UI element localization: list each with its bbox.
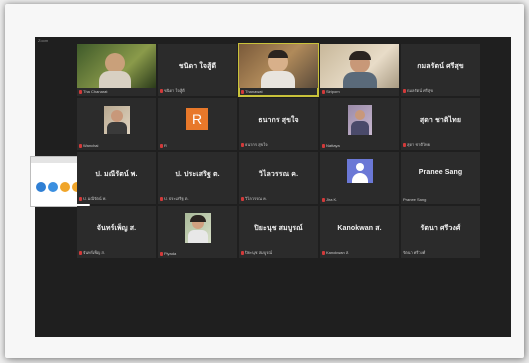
participant-tile[interactable]: ชนิดา ใจสู้ดี ชนิดา ใจสู้ดี [158,44,237,96]
participant-name: Pranee Sang [418,169,463,176]
mic-muted-icon [403,88,406,93]
mic-muted-icon [160,143,163,148]
orange-circle-icon [60,182,70,192]
participant-video [158,206,237,250]
participant-tile[interactable]: R R [158,98,237,150]
participant-tile[interactable]: Nattaya [320,98,399,150]
participant-label: R [160,143,167,148]
participant-avatar: R [186,108,208,130]
participant-label: Siriporn [322,89,340,94]
mic-muted-icon [322,197,325,202]
participant-tile[interactable]: ป. มณีรัตน์ พ. ป. มณีรัตน์ พ. [77,152,156,204]
participant-label: ป. ประเสริฐ ต. [160,195,189,202]
mic-muted-icon [322,143,325,148]
mic-muted-icon [241,250,244,255]
mic-muted-icon [403,142,406,147]
blue-circle-icon [36,182,46,192]
participant-label: Pranee Sang [403,197,427,202]
participant-label: Thanawat [241,89,263,94]
gallery-grid: Tha Chanarat ชนิดา ใจสู้ดี ชนิดา ใจสู้ดี… [77,43,480,258]
thumbnail-content [36,182,82,192]
participant-label: ชนิดา ใจสู้ดี [160,87,185,94]
participant-label: Piyada [160,251,176,256]
participant-tile[interactable]: วิไลวรรณ ค. วิไลวรรณ ค. [239,152,318,204]
mic-muted-icon [79,89,82,94]
participant-name: กมลรัตน์ ศรีสุข [417,63,464,70]
participant-name: รัตนา ศรีวงศ์ [420,225,461,232]
participant-tile[interactable]: Pranee Sang Pranee Sang [401,152,480,204]
participant-name: ธนากร สุขใจ [258,117,299,124]
participant-video [77,98,156,142]
mic-muted-icon [79,250,82,255]
participant-tile[interactable]: รัตนา ศรีวงศ์ รัตนา ศรีวงศ์ [401,206,480,258]
participant-label: Kanokwan ส. [322,249,349,256]
mic-muted-icon [160,251,163,256]
participant-name: ป. มณีรัตน์ พ. [95,171,138,178]
mic-muted-icon [160,196,163,201]
participant-tile[interactable]: ธนากร สุขใจ ธนากร สุขใจ [239,98,318,150]
participant-tile[interactable]: สุดา ชาติไทย สุดา ชาติไทย [401,98,480,150]
mic-muted-icon [322,250,325,255]
participant-video [239,44,318,88]
participant-name: ปิยะนุช สมบูรณ์ [254,225,303,232]
participant-tile[interactable]: Siriporn [320,44,399,96]
participant-tile[interactable]: กมลรัตน์ ศรีสุข กมลรัตน์ ศรีสุข [401,44,480,96]
participant-label: Nattaya [322,143,340,148]
participant-video [320,44,399,88]
participant-label: วิไลวรรณ ค. [241,195,267,202]
participant-tile-active-speaker[interactable]: Thanawat [238,43,319,97]
participant-label: Tha Chanarat [79,89,107,94]
participant-label: รัตนา ศรีวงศ์ [403,250,426,255]
participant-tile[interactable]: Piyada [158,206,237,258]
participant-name: ป. ประเสริฐ ต. [175,171,220,178]
participant-label: สุดา ชาติไทย [403,141,430,148]
participant-video [77,44,156,88]
participant-label: ป. มณีรัตน์ พ. [79,195,106,202]
participant-label: Jira K. [322,197,337,202]
participant-label: ธนากร สุขใจ [241,141,268,148]
mic-muted-icon [241,89,244,94]
participant-name: จันทร์เพ็ญ ส. [96,225,137,232]
participant-label: ปิยะนุช สมบูรณ์ [241,249,272,256]
participant-label: จันทร์เพ็ญ ส. [79,249,105,256]
participant-name: วิไลวรรณ ค. [258,171,299,178]
participant-tile[interactable]: จันทร์เพ็ญ ส. จันทร์เพ็ญ ส. [77,206,156,258]
mic-muted-icon [79,196,82,201]
participant-tile[interactable]: Jira K. [320,152,399,204]
participant-tile[interactable]: Tha Chanarat [77,44,156,96]
participant-name: สุดา ชาติไทย [419,117,462,124]
participant-tile[interactable]: ปิยะนุช สมบูรณ์ ปิยะนุช สมบูรณ์ [239,206,318,258]
participant-tile[interactable]: ป. ประเสริฐ ต. ป. ประเสริฐ ต. [158,152,237,204]
participant-name: Kanokwan ส. [337,225,382,232]
participant-video [320,98,399,142]
participant-tile[interactable]: Kanokwan ส. Kanokwan ส. [320,206,399,258]
window-title: Zoom [38,38,49,43]
participant-name: ชนิดา ใจสู้ดี [178,63,217,70]
mic-muted-icon [160,88,163,93]
participant-label: Wanchai [79,143,98,148]
mic-muted-icon [322,89,325,94]
blue-circle-icon [48,182,58,192]
mic-muted-icon [241,196,244,201]
default-avatar-icon [347,159,373,183]
participant-tile[interactable]: Wanchai [77,98,156,150]
participant-label: กมลรัตน์ ศรีสุข [403,87,433,94]
mic-muted-icon [79,143,82,148]
mic-muted-icon [241,142,244,147]
